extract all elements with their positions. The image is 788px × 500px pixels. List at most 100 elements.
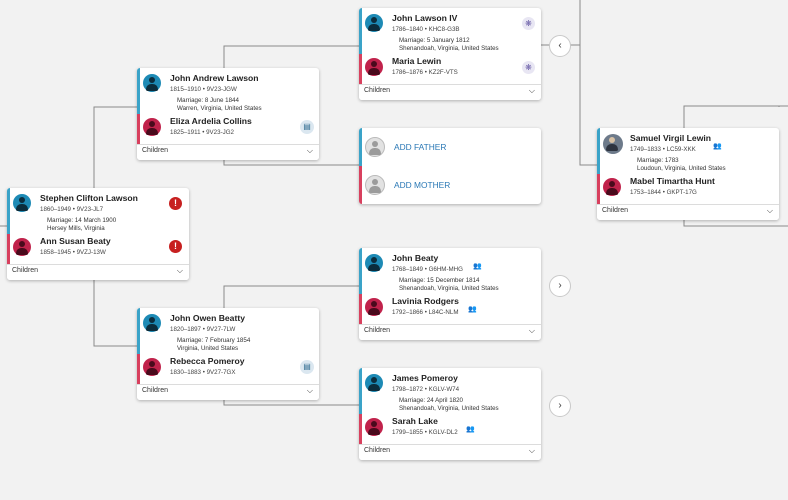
record-hint-icon[interactable]: ▤ <box>300 120 314 134</box>
female-avatar-icon <box>365 58 383 76</box>
children-label: Children <box>142 147 169 154</box>
research-hint-icon[interactable]: ❋ <box>522 61 535 74</box>
marriage-place: Loudoun, Virginia, United States <box>637 165 726 172</box>
husband-info: 1860–1949 • 9V23-JL7 <box>40 206 104 213</box>
marriage-date: Marriage: 7 February 1854 <box>177 337 251 344</box>
family-card-stephen-ann[interactable]: Stephen Clifton Lawson 1860–1949 • 9V23-… <box>7 188 189 280</box>
family-card-johnlawson-maria[interactable]: John Lawson IV 1786–1840 • KHC8-G3B ❋ Ma… <box>359 8 541 100</box>
children-label: Children <box>364 447 391 454</box>
marriage-date: Marriage: 8 June 1844 <box>177 97 239 104</box>
female-stripe <box>359 294 362 328</box>
husband-info: 1798–1872 • KGLV-W74 <box>392 386 460 393</box>
chevron-down-icon: ⌵ <box>176 266 183 275</box>
children-toggle[interactable]: Children ⌵ <box>7 264 189 280</box>
male-avatar-icon <box>13 194 31 212</box>
family-card-john-eliza[interactable]: John Andrew Lawson 1815–1910 • 9V23-JGW … <box>137 68 319 160</box>
female-stripe <box>359 54 362 88</box>
marriage-date: Marriage: 1783 <box>637 157 679 164</box>
chevron-down-icon: ⌵ <box>306 386 313 395</box>
add-father-link[interactable]: ADD FATHER <box>394 142 446 152</box>
husband-name[interactable]: John Owen Beatty <box>170 313 245 323</box>
children-toggle[interactable]: Children ⌵ <box>597 204 779 220</box>
chevron-down-icon: ⌵ <box>528 326 535 335</box>
female-stripe <box>137 114 140 148</box>
children-label: Children <box>602 207 629 214</box>
wife-info: 1830–1883 • 9V27-7GX <box>170 369 236 376</box>
marriage-place: Hersey Mills, Virginia <box>47 225 105 232</box>
relatives-icon[interactable]: 👥 <box>473 262 482 270</box>
collapse-left-button[interactable]: ‹ <box>549 35 571 57</box>
children-toggle[interactable]: Children ⌵ <box>137 384 319 400</box>
wife-name[interactable]: Eliza Ardelia Collins <box>170 116 252 126</box>
children-label: Children <box>364 87 391 94</box>
husband-name[interactable]: John Andrew Lawson <box>170 73 259 83</box>
children-toggle[interactable]: Children ⌵ <box>359 84 541 100</box>
children-toggle[interactable]: Children ⌵ <box>359 324 541 340</box>
female-avatar-icon <box>365 418 383 436</box>
family-card-johnowen-rebecca[interactable]: John Owen Beatty 1820–1897 • 9V27-7LW Ma… <box>137 308 319 400</box>
marriage-date: Marriage: 15 December 1814 <box>399 277 480 284</box>
wife-name[interactable]: Sarah Lake <box>392 416 438 426</box>
research-hint-icon[interactable]: ❋ <box>522 17 535 30</box>
marriage-date: Marriage: 5 January 1812 <box>399 37 470 44</box>
husband-info: 1786–1840 • KHC8-G3B <box>392 26 460 33</box>
chevron-down-icon: ⌵ <box>306 146 313 155</box>
chevron-down-icon: ⌵ <box>766 206 773 215</box>
children-label: Children <box>364 327 391 334</box>
children-toggle[interactable]: Children ⌵ <box>359 444 541 460</box>
children-toggle[interactable]: Children ⌵ <box>137 144 319 160</box>
portrait-photo <box>603 134 623 154</box>
female-stripe <box>359 166 362 204</box>
marriage-place: Warren, Virginia, United States <box>177 105 262 112</box>
wife-name[interactable]: Rebecca Pomeroy <box>170 356 245 366</box>
chevron-down-icon: ⌵ <box>528 446 535 455</box>
husband-info: 1815–1910 • 9V23-JGW <box>170 86 237 93</box>
male-stripe <box>137 308 140 354</box>
husband-info: 1820–1897 • 9V27-7LW <box>170 326 236 333</box>
male-stripe <box>359 8 362 54</box>
marriage-place: Shenandoah, Virginia, United States <box>399 285 499 292</box>
female-stripe <box>597 174 600 208</box>
female-avatar-icon <box>603 178 621 196</box>
wife-name[interactable]: Ann Susan Beaty <box>40 236 111 246</box>
husband-name[interactable]: Stephen Clifton Lawson <box>40 193 138 203</box>
male-avatar-icon <box>365 14 383 32</box>
alert-icon[interactable]: ! <box>169 197 182 210</box>
wife-name[interactable]: Maria Lewin <box>392 56 441 66</box>
expand-right-button[interactable]: › <box>549 395 571 417</box>
female-avatar-icon <box>143 118 161 136</box>
family-card-james-sarah[interactable]: James Pomeroy 1798–1872 • KGLV-W74 Marri… <box>359 368 541 460</box>
male-stripe <box>359 368 362 414</box>
marriage-place: Shenandoah, Virginia, United States <box>399 45 499 52</box>
children-label: Children <box>142 387 169 394</box>
male-stripe <box>359 128 362 166</box>
relatives-icon[interactable]: 👥 <box>713 142 722 150</box>
empty-female-avatar-icon <box>365 175 385 195</box>
wife-name[interactable]: Mabel Timartha Hunt <box>630 176 715 186</box>
female-avatar-icon <box>365 298 383 316</box>
relatives-icon[interactable]: 👥 <box>468 305 477 313</box>
male-avatar-icon <box>365 254 383 272</box>
alert-icon[interactable]: ! <box>169 240 182 253</box>
husband-name[interactable]: John Lawson IV <box>392 13 457 23</box>
wife-info: 1858–1945 • 9VZJ-13W <box>40 249 106 256</box>
male-stripe <box>7 188 10 234</box>
record-hint-icon[interactable]: ▤ <box>300 360 314 374</box>
female-avatar-icon <box>13 238 31 256</box>
male-stripe <box>597 128 600 174</box>
wife-name[interactable]: Lavinia Rodgers <box>392 296 459 306</box>
children-label: Children <box>12 267 39 274</box>
wife-info: 1753–1844 • GKPT-17G <box>630 189 697 196</box>
add-mother-link[interactable]: ADD MOTHER <box>394 180 450 190</box>
expand-right-button[interactable]: › <box>549 275 571 297</box>
marriage-date: Marriage: 14 March 1900 <box>47 217 117 224</box>
husband-name[interactable]: James Pomeroy <box>392 373 458 383</box>
add-parents-card[interactable]: ADD FATHER ADD MOTHER <box>359 128 541 204</box>
husband-name[interactable]: John Beaty <box>392 253 438 263</box>
family-card-johnbeaty-lavinia[interactable]: John Beaty 1768–1849 • G6HM-MHG 👥 Marria… <box>359 248 541 340</box>
male-avatar-icon <box>365 374 383 392</box>
relatives-icon[interactable]: 👥 <box>466 425 475 433</box>
family-card-samuel-mabel[interactable]: Samuel Virgil Lewin 1749–1833 • LC59-XKK… <box>597 128 779 220</box>
female-stripe <box>359 414 362 448</box>
husband-name[interactable]: Samuel Virgil Lewin <box>630 133 711 143</box>
